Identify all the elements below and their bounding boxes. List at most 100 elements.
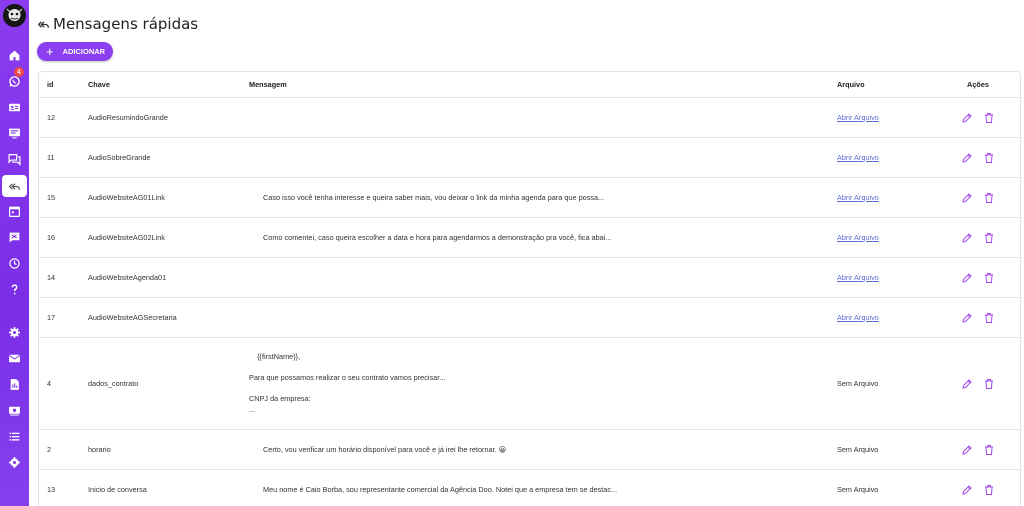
clock-icon	[9, 257, 20, 269]
edit-pencil-icon[interactable]	[961, 112, 973, 124]
open-file-link[interactable]: Abrir Arquivo	[837, 218, 879, 257]
sidebar-item-lists[interactable]	[0, 425, 29, 447]
quick-messages-table: id Chave Mensagem Arquivo Ações 12 AudioR…	[38, 71, 1021, 506]
open-file-link-label[interactable]: Abrir Arquivo	[837, 233, 879, 242]
column-header-file: Arquivo	[837, 80, 865, 89]
edit-pencil-icon[interactable]	[961, 444, 973, 456]
table-row: 17 AudioWebsiteAGSecretaria Abrir Arquivo	[39, 298, 1020, 338]
table-row: 2 horario Certo, vou verificar um horário …	[39, 430, 1020, 470]
row-message-line: ...	[249, 404, 256, 414]
table-row: 14 AudioWebsiteAgenda01 Abrir Arquivo	[39, 258, 1020, 298]
notification-badge: 4	[14, 67, 24, 77]
delete-trash-icon[interactable]	[983, 272, 995, 284]
delete-trash-icon[interactable]	[983, 378, 995, 390]
file-status-label: Sem Arquivo	[837, 445, 879, 454]
sidebar-item-help[interactable]	[0, 278, 29, 300]
row-message-line	[249, 384, 445, 395]
open-file-link[interactable]: Abrir Arquivo	[837, 98, 879, 137]
sidebar-item-contacts[interactable]	[0, 96, 29, 118]
document-icon	[10, 378, 19, 390]
sidebar-item-settings[interactable]	[0, 321, 29, 343]
calendar-icon	[9, 206, 20, 217]
sidebar-item-documents[interactable]	[0, 373, 29, 395]
delete-trash-icon[interactable]	[983, 152, 995, 164]
sidebar-item-schedules[interactable]	[0, 252, 29, 274]
file-status-label: Sem Arquivo	[837, 485, 879, 494]
row-actions	[953, 430, 1003, 469]
sidebar-item-calendar[interactable]	[0, 200, 29, 222]
delete-trash-icon[interactable]	[983, 112, 995, 124]
contacts-card-icon	[9, 103, 20, 111]
row-message-line: Para que possamos realizar o seu contrat…	[249, 373, 446, 382]
open-file-link[interactable]: Abrir Arquivo	[837, 258, 879, 297]
open-file-link-label[interactable]: Abrir Arquivo	[837, 273, 879, 282]
open-file-link-label[interactable]: Abrir Arquivo	[837, 193, 879, 202]
sidebar-item-whatsapp[interactable]: 4	[0, 67, 29, 92]
page-title: Mensagens rápidas	[53, 15, 199, 33]
list-icon	[9, 432, 20, 441]
open-file-link-label[interactable]: Abrir Arquivo	[837, 313, 879, 322]
table-row: 13 Inicio de conversa Meu nome é Caio Borb…	[39, 470, 1020, 506]
row-key: horario	[88, 445, 111, 454]
edit-pencil-icon[interactable]	[961, 232, 973, 244]
row-actions	[953, 298, 1003, 337]
open-file-link[interactable]: Abrir Arquivo	[837, 298, 879, 337]
delete-trash-icon[interactable]	[983, 484, 995, 496]
reply-all-icon	[37, 20, 50, 28]
table-row: 11 AudioSobreGrande Abrir Arquivo	[39, 138, 1020, 178]
plus-icon: +	[46, 44, 54, 59]
sidebar-item-home[interactable]	[0, 44, 29, 66]
row-key: dados_contrato	[88, 379, 139, 388]
sidebar-item-chats[interactable]	[0, 148, 29, 170]
column-header-key: Chave	[88, 80, 110, 89]
row-id: 4	[47, 379, 52, 388]
table-header-row: id Chave Mensagem Arquivo Ações	[39, 72, 1020, 98]
column-header-actions: Ações	[967, 80, 989, 89]
column-header-message: Mensagem	[249, 80, 287, 89]
open-file-link-label[interactable]: Abrir Arquivo	[837, 153, 879, 162]
edit-pencil-icon[interactable]	[961, 484, 973, 496]
table-row: 12 AudioResumindoGrande Abrir Arquivo	[39, 98, 1020, 138]
sidebar-item-config[interactable]	[0, 451, 29, 473]
table-row: 4 dados_contrato {{firstName}}, Para que …	[39, 338, 1020, 430]
row-id: 14	[47, 273, 56, 282]
sidebar-item-quick-messages[interactable]	[2, 175, 27, 197]
tags-flag-icon	[9, 232, 20, 242]
row-file-status: Sem Arquivo	[837, 430, 878, 469]
row-key: AudioWebsiteAGSecretaria	[88, 313, 177, 322]
avatar[interactable]	[3, 4, 26, 27]
row-key: Inicio de conversa	[88, 485, 147, 494]
row-actions	[953, 470, 1003, 506]
add-button[interactable]: + ADICIONAR	[37, 42, 113, 61]
row-id: 13	[47, 485, 56, 494]
row-message: Meu nome é Caio Borba, sou representante…	[263, 485, 618, 494]
gear-icon	[9, 326, 20, 338]
sidebar-item-dashboard[interactable]	[0, 122, 29, 144]
home-icon	[9, 50, 20, 60]
row-message-line	[249, 363, 445, 374]
row-actions	[953, 338, 1003, 429]
edit-pencil-icon[interactable]	[961, 378, 973, 390]
open-file-link[interactable]: Abrir Arquivo	[837, 178, 879, 217]
delete-trash-icon[interactable]	[983, 312, 995, 324]
delete-trash-icon[interactable]	[983, 192, 995, 204]
row-actions	[953, 218, 1003, 257]
help-icon	[11, 283, 18, 294]
edit-pencil-icon[interactable]	[961, 312, 973, 324]
sidebar-item-finance[interactable]	[0, 399, 29, 421]
delete-trash-icon[interactable]	[983, 232, 995, 244]
open-file-link-label[interactable]: Abrir Arquivo	[837, 113, 879, 122]
message-board-icon	[8, 354, 21, 362]
row-message	[249, 298, 263, 337]
row-id: 12	[47, 113, 56, 122]
open-file-link[interactable]: Abrir Arquivo	[837, 138, 879, 177]
row-message: Como comentei, caso queira escolher a da…	[263, 233, 612, 242]
money-icon	[9, 406, 20, 416]
sidebar-item-tags[interactable]	[0, 226, 29, 248]
edit-pencil-icon[interactable]	[961, 152, 973, 164]
edit-pencil-icon[interactable]	[961, 272, 973, 284]
delete-trash-icon[interactable]	[983, 444, 995, 456]
sidebar-item-message-board[interactable]	[0, 347, 29, 369]
row-actions	[953, 178, 1003, 217]
edit-pencil-icon[interactable]	[961, 192, 973, 204]
